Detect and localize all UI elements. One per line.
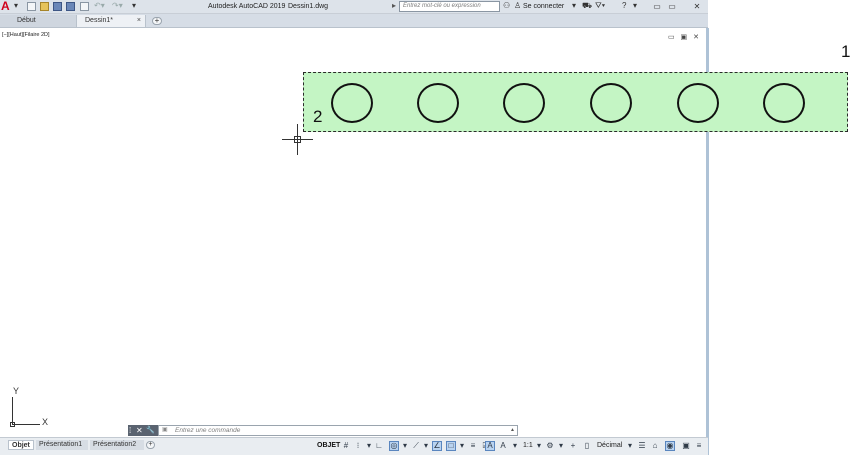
tab-layout2[interactable]: Présentation2 <box>90 440 144 450</box>
ucs-y-axis <box>12 397 13 425</box>
grip-handle-icon[interactable]: ⁞ <box>129 425 131 436</box>
command-placeholder: Entrez une commande <box>175 427 241 434</box>
circle-3[interactable] <box>503 83 545 123</box>
quick-access-customize-icon[interactable]: ▾ <box>132 1 136 11</box>
user-icon[interactable]: ♙ <box>514 1 521 11</box>
print-icon[interactable] <box>80 2 89 11</box>
ucs-origin-icon <box>10 422 15 427</box>
isolate-objects-icon[interactable]: ◉ <box>665 441 675 451</box>
cart-icon[interactable]: ⛟ <box>582 1 592 11</box>
clean-screen-icon[interactable]: ▣ <box>681 441 691 451</box>
workspace-gear-icon[interactable]: ⚙ <box>545 441 555 451</box>
snap-icon[interactable]: ⁝ <box>353 441 363 451</box>
circle-4[interactable] <box>590 83 632 123</box>
circle-5[interactable] <box>677 83 719 123</box>
undo-icon[interactable]: ↶▾ <box>94 1 105 11</box>
isodraft-icon[interactable]: ⟋ <box>411 441 421 451</box>
annotation-visibility-icon[interactable]: A <box>485 441 495 451</box>
marker-1: 1 <box>841 42 851 61</box>
open-file-icon[interactable] <box>40 2 49 11</box>
close-window-button[interactable]: ✕ <box>690 1 704 12</box>
annotation-scale-dropdown-icon[interactable]: ▾ <box>510 441 520 451</box>
autocad-window: A ▾ ↶▾ ↷▾ ▾ Autodesk AutoCAD 2019 Dessin… <box>0 0 854 455</box>
ortho-icon[interactable]: ∟ <box>374 441 384 451</box>
save-icon[interactable] <box>53 2 62 11</box>
command-close-icon[interactable]: ✕ <box>136 425 143 436</box>
circle-1[interactable] <box>331 83 373 123</box>
file-title: Dessin1.dwg <box>288 3 329 10</box>
restore-button[interactable]: ▭ <box>665 1 679 12</box>
viewport-window-controls[interactable]: ▭ ▣ ✕ <box>668 33 701 41</box>
command-customize-icon[interactable]: 🔧 <box>146 425 155 436</box>
crosshair-pickbox <box>294 136 301 143</box>
isodraft-dropdown-icon[interactable]: ▾ <box>421 441 431 451</box>
signin-dropdown-icon[interactable]: ▾ <box>572 1 576 11</box>
units-dropdown[interactable]: Décimal <box>597 441 622 451</box>
command-history-icon[interactable]: ▣ <box>162 426 168 435</box>
app-menu-arrow-icon[interactable]: ▾ <box>14 1 18 11</box>
tab-debut-label: Début <box>17 17 36 24</box>
new-tab-button[interactable]: + <box>152 17 162 25</box>
polar-dropdown-icon[interactable]: ▾ <box>400 441 410 451</box>
ucs-y-label: Y <box>13 386 20 396</box>
workspace-dropdown-icon[interactable]: ▾ <box>556 441 566 451</box>
tab-debut[interactable]: Début <box>0 15 76 27</box>
grid-icon[interactable]: # <box>341 441 351 451</box>
polar-tracking-icon[interactable]: ◎ <box>389 441 399 451</box>
lock-ui-icon[interactable]: ⌂ <box>650 441 660 451</box>
command-line-grip[interactable]: ⁞ ✕ 🔧 <box>128 425 158 436</box>
redo-icon[interactable]: ↷▾ <box>112 1 123 11</box>
command-expand-icon[interactable]: ▲ <box>510 426 515 435</box>
tab-model[interactable]: Objet <box>8 440 34 450</box>
exchange-icon[interactable]: ⛛▾ <box>595 1 605 11</box>
app-title: Autodesk AutoCAD 2019 <box>208 3 286 10</box>
binoculars-icon[interactable]: ⚇ <box>503 1 510 11</box>
units-dropdown-icon[interactable]: ▾ <box>625 441 635 451</box>
app-menu-button[interactable]: A <box>1 0 13 13</box>
document-tabs: Début Dessin1* × + <box>0 14 708 28</box>
add-layout-button[interactable]: + <box>146 441 155 449</box>
minimize-button[interactable]: ▭ <box>650 1 664 12</box>
circle-6[interactable] <box>763 83 805 123</box>
signin-link[interactable]: Se connecter <box>523 2 564 12</box>
annotation-monitor-icon[interactable]: + <box>568 441 578 451</box>
scale-dropdown-icon[interactable]: ▾ <box>534 441 544 451</box>
model-space-button[interactable]: OBJET <box>317 441 340 451</box>
save-as-icon[interactable] <box>66 2 75 11</box>
object-snap-dropdown-icon[interactable]: ▾ <box>457 441 467 451</box>
units-icon[interactable]: ▯ <box>582 441 592 451</box>
new-file-icon[interactable] <box>27 2 36 11</box>
ucs-x-axis <box>12 424 40 425</box>
status-bar: Objet Présentation1 Présentation2 + OBJE… <box>0 437 708 455</box>
object-snap-tracking-icon[interactable]: ∠ <box>432 441 442 451</box>
annotation-scale[interactable]: 1:1 <box>523 441 533 451</box>
circle-2[interactable] <box>417 83 459 123</box>
search-toggle-icon[interactable]: ▸ <box>392 1 396 11</box>
search-input[interactable]: Entrez mot-clé ou expression <box>399 1 500 12</box>
lineweight-icon[interactable]: ≡ <box>468 441 478 451</box>
customization-menu-icon[interactable]: ≡ <box>694 441 704 451</box>
quick-properties-icon[interactable]: ☰ <box>637 441 647 451</box>
viewport-controls-label[interactable]: [−][Haut][Filaire 2D] <box>2 32 50 38</box>
object-snap-icon[interactable]: □ <box>446 441 456 451</box>
help-icon[interactable]: ? <box>622 1 626 11</box>
tab-layout1[interactable]: Présentation1 <box>36 440 88 450</box>
tab-close-icon[interactable]: × <box>137 15 141 27</box>
command-input[interactable]: ▣ Entrez une commande ▲ <box>158 425 518 436</box>
tab-dessin1[interactable]: Dessin1* × <box>76 15 146 27</box>
marker-2: 2 <box>313 107 323 126</box>
ucs-x-label: X <box>42 417 49 427</box>
snap-dropdown-icon[interactable]: ▾ <box>364 441 374 451</box>
tab-dessin1-label: Dessin1* <box>85 17 114 24</box>
title-bar: A ▾ ↶▾ ↷▾ ▾ Autodesk AutoCAD 2019 Dessin… <box>0 0 708 14</box>
autoscale-icon[interactable]: A <box>498 441 508 451</box>
help-dropdown-icon[interactable]: ▾ <box>633 1 637 11</box>
